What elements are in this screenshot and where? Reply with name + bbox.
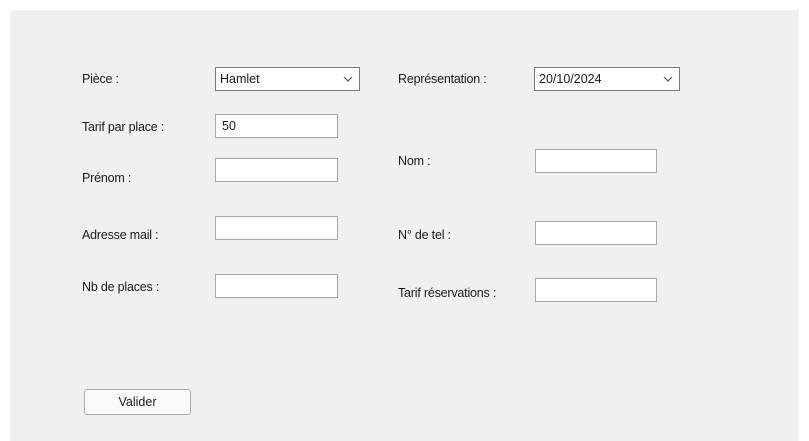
tarif-reservations-label: Tarif réservations : (398, 286, 497, 300)
nb-places-label: Nb de places : (82, 280, 160, 294)
prenom-field[interactable] (215, 158, 338, 182)
piece-select[interactable]: Hamlet (215, 67, 360, 91)
piece-selected-value: Hamlet (220, 72, 260, 86)
nom-label: Nom : (398, 154, 431, 168)
tarif-place-label: Tarif par place : (82, 120, 165, 134)
reservation-form: Pièce : Hamlet Représentation : 20/10/20… (10, 10, 799, 441)
nb-places-field[interactable] (215, 274, 338, 298)
chevron-down-icon (663, 76, 673, 82)
piece-label: Pièce : (82, 72, 119, 86)
nom-field[interactable] (535, 149, 657, 173)
prenom-label: Prénom : (82, 171, 132, 185)
chevron-down-icon (343, 76, 353, 82)
representation-label: Représentation : (398, 72, 487, 86)
adresse-mail-label: Adresse mail : (82, 228, 159, 242)
adresse-mail-field[interactable] (215, 216, 338, 240)
telephone-label: N° de tel : (398, 228, 451, 242)
tarif-place-field[interactable] (215, 114, 338, 138)
tarif-reservations-field[interactable] (535, 278, 657, 302)
telephone-field[interactable] (535, 221, 657, 245)
valider-button[interactable]: Valider (84, 389, 191, 415)
representation-selected-value: 20/10/2024 (539, 72, 602, 86)
representation-select[interactable]: 20/10/2024 (534, 67, 680, 91)
